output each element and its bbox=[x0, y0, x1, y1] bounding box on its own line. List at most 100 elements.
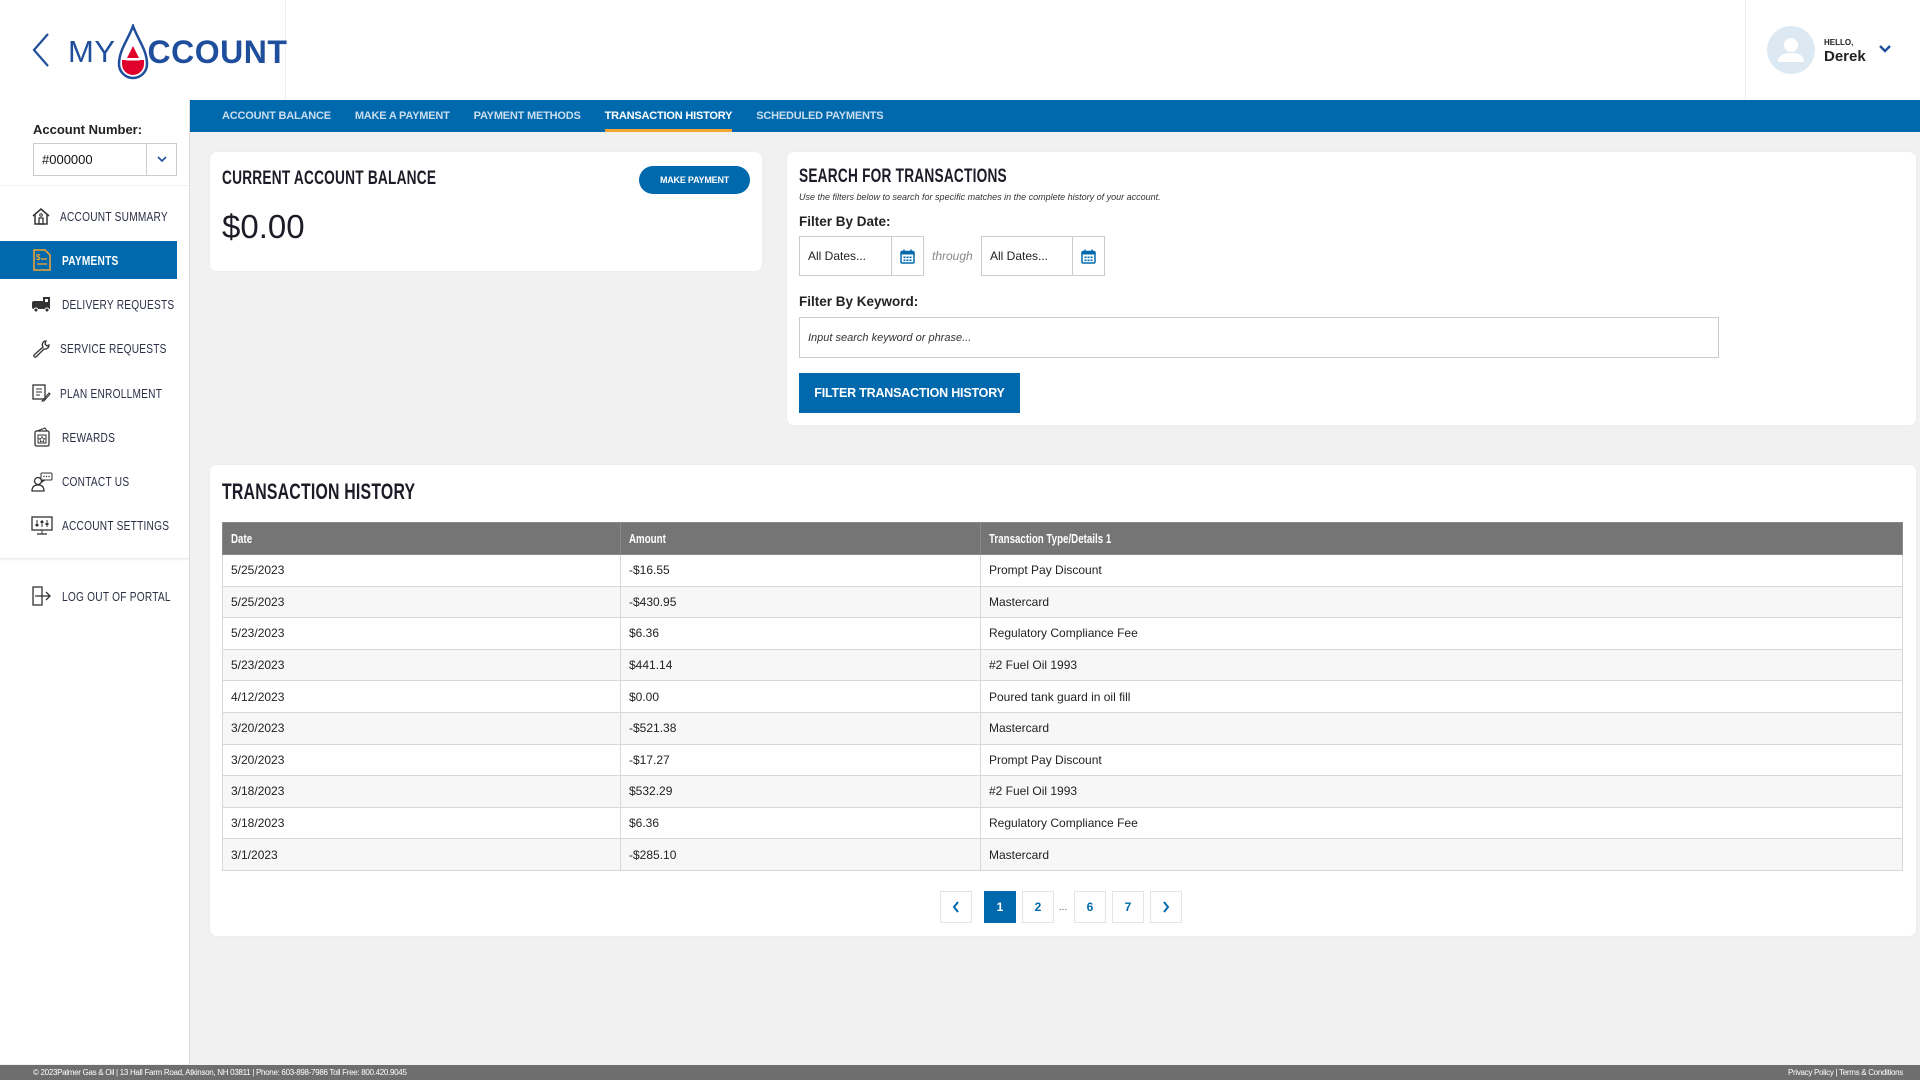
cell-date: 5/25/2023 bbox=[222, 554, 621, 587]
date-from-value: All Dates... bbox=[808, 249, 867, 263]
logout-button[interactable]: LOG OUT OF PORTAL bbox=[0, 574, 177, 618]
table-row: 3/1/2023 -$285.10 Mastercard bbox=[222, 838, 1903, 871]
cell-amount: $6.36 bbox=[620, 806, 981, 840]
page-button-7[interactable]: 7 bbox=[1112, 891, 1144, 923]
column-header-label: Transaction Type/Details 1 bbox=[989, 531, 1112, 546]
cell-date: 5/25/2023 bbox=[222, 585, 621, 619]
calendar-icon[interactable] bbox=[1072, 237, 1104, 275]
sidebar-item-rewards[interactable]: REWARDS bbox=[0, 415, 177, 459]
date-to-field[interactable]: All Dates... bbox=[981, 236, 1105, 276]
logout-label: LOG OUT OF PORTAL bbox=[62, 588, 171, 604]
chevron-down-icon[interactable] bbox=[1878, 44, 1892, 54]
footer-links: Privacy Policy | Terms & Conditions bbox=[1788, 1068, 1903, 1077]
sidebar-item-label: DELIVERY REQUESTS bbox=[62, 296, 175, 312]
myaccount-logo[interactable]: MY CCOUNT bbox=[68, 22, 287, 82]
sidebar-item-label: PLAN ENROLLMENT bbox=[60, 385, 163, 401]
table-row: 5/23/2023 $441.14 #2 Fuel Oil 1993 bbox=[222, 648, 1903, 682]
calendar-icon[interactable] bbox=[891, 237, 923, 275]
tab-transaction-history[interactable]: TRANSACTION HISTORY bbox=[604, 100, 732, 132]
tab-scheduled-payments[interactable]: SCHEDULED PAYMENTS bbox=[756, 100, 883, 132]
next-page-button[interactable] bbox=[1150, 891, 1182, 923]
history-title: TRANSACTION HISTORY bbox=[222, 479, 416, 504]
cell-amount: $441.14 bbox=[620, 648, 981, 682]
table-header-row: Date Amount Transaction Type/Details 1 bbox=[222, 522, 1903, 555]
column-header-label: Date bbox=[231, 531, 253, 546]
cell-details: Mastercard bbox=[980, 838, 1903, 871]
cell-details: Prompt Pay Discount bbox=[980, 743, 1903, 777]
sidebar-item-contact-us[interactable]: CONTACT US bbox=[0, 459, 177, 503]
account-number-label: Account Number: bbox=[33, 122, 143, 137]
filter-transaction-history-button[interactable]: FILTER TRANSACTION HISTORY bbox=[799, 373, 1020, 413]
rewards-icon bbox=[31, 426, 53, 448]
table-row: 5/25/2023 -$16.55 Prompt Pay Discount bbox=[222, 554, 1903, 587]
settings-monitor-icon bbox=[31, 515, 53, 537]
page-button-6[interactable]: 6 bbox=[1074, 891, 1106, 923]
page-button-1[interactable]: 1 bbox=[984, 891, 1016, 923]
date-from-field[interactable]: All Dates... bbox=[799, 236, 924, 276]
table-row: 5/25/2023 -$430.95 Mastercard bbox=[222, 585, 1903, 619]
logo-area: MY CCOUNT bbox=[0, 0, 287, 100]
page-button-2[interactable]: 2 bbox=[1022, 891, 1054, 923]
column-header-details[interactable]: Transaction Type/Details 1 bbox=[980, 522, 1903, 555]
user-silhouette-icon bbox=[1778, 38, 1804, 62]
footer-separator: | bbox=[1835, 1068, 1838, 1077]
cell-details: #2 Fuel Oil 1993 bbox=[980, 648, 1903, 682]
keyword-search-input[interactable] bbox=[799, 317, 1719, 358]
cell-amount: -$17.27 bbox=[620, 743, 981, 777]
document-pen-icon bbox=[31, 382, 51, 404]
invoice-dollar-icon: $ bbox=[31, 249, 53, 272]
table-row: 4/12/2023 $0.00 Poured tank guard in oil f… bbox=[222, 680, 1903, 713]
cell-details: Poured tank guard in oil fill bbox=[980, 680, 1903, 713]
cell-date: 3/1/2023 bbox=[222, 838, 621, 871]
user-menu[interactable]: HELLO, Derek bbox=[1745, 0, 1920, 100]
sidebar-item-account-settings[interactable]: ACCOUNT SETTINGS bbox=[0, 504, 177, 548]
table-row: 3/18/2023 $6.36 Regulatory Compliance Fee bbox=[222, 806, 1903, 840]
cell-amount: $532.29 bbox=[620, 775, 981, 808]
sidebar-item-service-requests[interactable]: SERVICE REQUESTS bbox=[0, 327, 177, 371]
sidebar-item-label: SERVICE REQUESTS bbox=[60, 341, 167, 357]
sidebar: Account Number: #000000 ACCOUNT SUMMARY … bbox=[0, 100, 190, 1064]
column-header-date[interactable]: Date bbox=[222, 522, 621, 555]
back-chevron-icon[interactable] bbox=[28, 30, 54, 70]
sidebar-item-label: ACCOUNT SETTINGS bbox=[62, 518, 170, 534]
sidebar-item-label: REWARDS bbox=[62, 429, 116, 445]
sidebar-item-label: CONTACT US bbox=[62, 474, 130, 490]
cell-date: 3/18/2023 bbox=[222, 806, 621, 840]
tab-payment-methods[interactable]: PAYMENT METHODS bbox=[474, 100, 581, 132]
header: MY CCOUNT HELLO, Derek bbox=[0, 0, 1920, 100]
account-number-value: #000000 bbox=[42, 152, 93, 167]
date-to-value: All Dates... bbox=[990, 249, 1049, 263]
cell-amount: $6.36 bbox=[620, 617, 981, 650]
cell-date: 3/18/2023 bbox=[222, 775, 621, 808]
tab-make-a-payment[interactable]: MAKE A PAYMENT bbox=[355, 100, 450, 132]
contact-chat-icon bbox=[31, 471, 53, 493]
drop-logo-icon bbox=[117, 24, 148, 80]
cell-date: 3/20/2023 bbox=[222, 711, 621, 745]
sidebar-item-label: ACCOUNT SUMMARY bbox=[60, 208, 168, 224]
search-transactions-card: SEARCH FOR TRANSACTIONS Use the filters … bbox=[787, 152, 1916, 425]
column-header-amount[interactable]: Amount bbox=[620, 522, 981, 555]
cell-details: Regulatory Compliance Fee bbox=[980, 806, 1903, 840]
avatar[interactable] bbox=[1767, 26, 1815, 74]
cell-date: 5/23/2023 bbox=[222, 617, 621, 650]
svg-text:$: $ bbox=[36, 253, 41, 262]
previous-page-button[interactable] bbox=[940, 891, 972, 923]
username: Derek bbox=[1824, 48, 1866, 65]
privacy-policy-link[interactable]: Privacy Policy bbox=[1788, 1068, 1834, 1077]
balance-amount: $0.00 bbox=[222, 208, 305, 245]
sidebar-item-delivery-requests[interactable]: DELIVERY REQUESTS bbox=[0, 282, 177, 326]
sidebar-item-payments[interactable]: $ PAYMENTS bbox=[0, 241, 177, 280]
sidebar-item-plan-enrollment[interactable]: PLAN ENROLLMENT bbox=[0, 371, 177, 415]
account-number-select[interactable]: #000000 bbox=[33, 143, 177, 176]
chevron-down-icon[interactable] bbox=[146, 144, 176, 175]
table-row: 3/20/2023 -$521.38 Mastercard bbox=[222, 711, 1903, 745]
search-description: Use the filters below to search for spec… bbox=[799, 192, 1161, 202]
footer-company-info: © 2023Palmer Gas & Oil | 13 Hall Farm Ro… bbox=[33, 1068, 407, 1077]
terms-conditions-link[interactable]: Terms & Conditions bbox=[1839, 1068, 1903, 1077]
table-row: 3/18/2023 $532.29 #2 Fuel Oil 1993 bbox=[222, 775, 1903, 808]
make-payment-button[interactable]: MAKE PAYMENT bbox=[639, 166, 750, 194]
chevron-left-icon bbox=[952, 901, 959, 913]
sidebar-item-account-summary[interactable]: ACCOUNT SUMMARY bbox=[0, 194, 177, 238]
house-icon bbox=[31, 205, 51, 227]
tab-account-balance[interactable]: ACCOUNT BALANCE bbox=[222, 100, 331, 132]
